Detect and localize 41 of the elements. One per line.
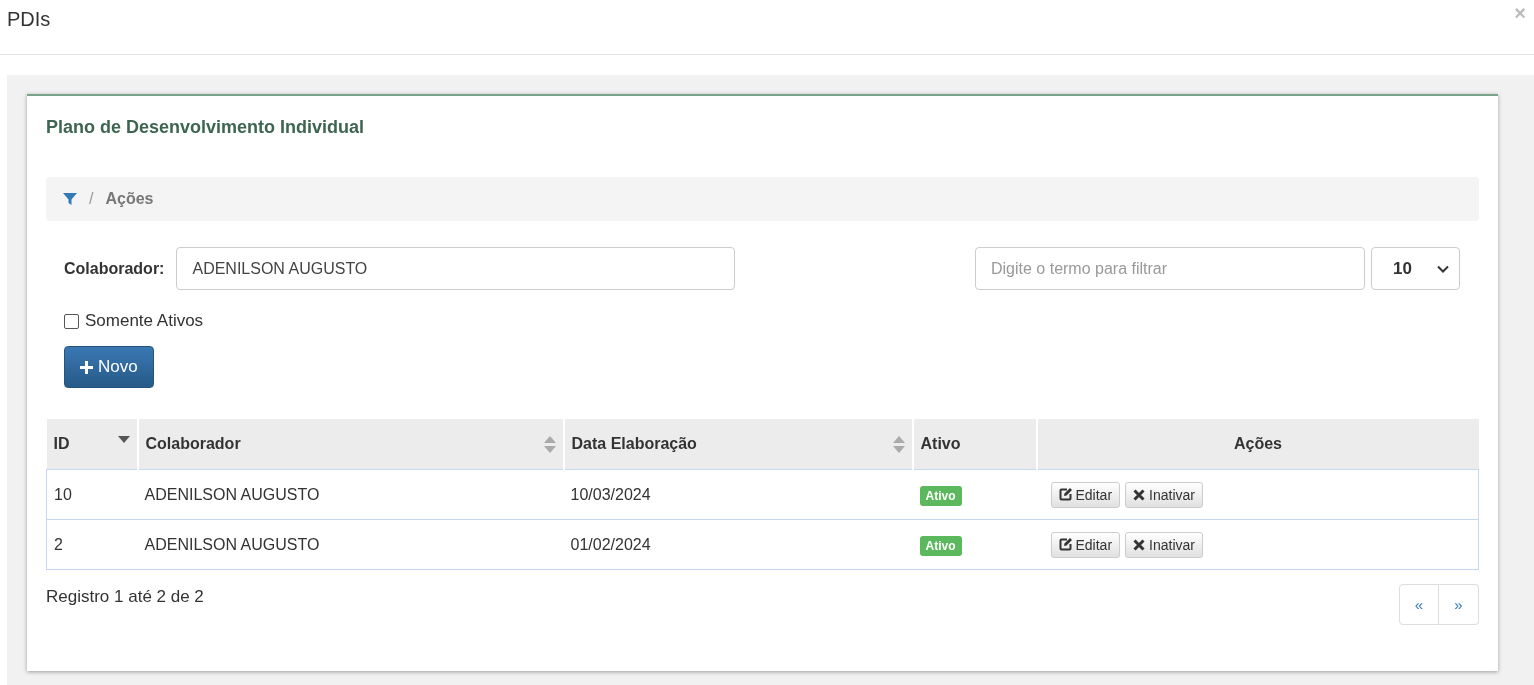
chevron-down-icon [1437, 264, 1449, 273]
plus-icon [80, 360, 93, 374]
filter-icon [63, 192, 77, 206]
column-header[interactable]: Ativo [912, 419, 1037, 470]
column-header[interactable]: Ações [1036, 419, 1479, 470]
search-field[interactable]: Digite o termo para filtrar [975, 247, 1365, 290]
page-size-select[interactable]: 10 [1371, 247, 1460, 290]
close-icon [1133, 488, 1146, 501]
field-label: Colaborador: [64, 259, 165, 278]
breadcrumb-separator: / [89, 190, 94, 208]
edit-button[interactable]: Editar [1050, 481, 1121, 508]
checkbox[interactable] [64, 313, 79, 329]
table-cell: ADENILSON AUGUSTO [137, 519, 564, 570]
deactivate-button[interactable]: Inativar [1125, 481, 1203, 508]
sort-icon [892, 435, 905, 453]
breadcrumb-item: Ações [105, 190, 154, 208]
edit-icon [1058, 488, 1072, 501]
table-cell: 01/02/2024 [563, 519, 913, 570]
column-header[interactable]: Data Elaboração [563, 419, 913, 470]
record-count: Registro 1 até 2 de 2 [46, 587, 204, 608]
status-badge: Ativo [919, 535, 962, 556]
collaborator-field[interactable]: ADENILSON AUGUSTO [176, 247, 736, 290]
table-cell: ADENILSON AUGUSTO [137, 469, 564, 520]
new-button[interactable]: Novo [64, 346, 154, 388]
modal-title: PDIs [7, 7, 51, 31]
close-icon [1133, 538, 1146, 551]
card-title: Plano de Desenvolvimento Individual [46, 117, 366, 139]
checkbox-label: Somente Ativos [85, 311, 204, 331]
next-page-button[interactable]: » [1439, 584, 1479, 625]
table-cell: 10/03/2024 [563, 469, 913, 520]
table-cell: 2 [46, 519, 138, 570]
deactivate-button[interactable]: Inativar [1125, 531, 1203, 558]
edit-button[interactable]: Editar [1050, 531, 1121, 558]
table-cell: 10 [46, 469, 138, 520]
status-badge: Ativo [919, 485, 962, 506]
column-header[interactable]: ID [46, 419, 138, 470]
sort-icon [543, 435, 556, 453]
column-header[interactable]: Colaborador [137, 419, 564, 470]
sort-descending-icon [117, 435, 130, 443]
previous-page-button[interactable]: « [1399, 584, 1439, 625]
edit-icon [1058, 538, 1072, 551]
